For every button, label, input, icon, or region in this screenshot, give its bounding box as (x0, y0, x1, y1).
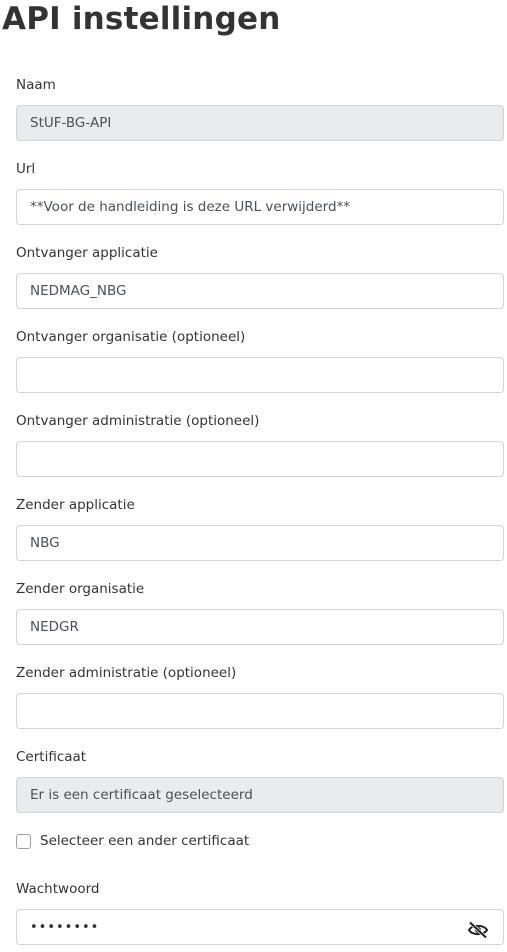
zender-organisatie-label: Zender organisatie (16, 581, 145, 597)
ander-certificaat-option[interactable]: Selecteer een ander certificaat (16, 832, 249, 850)
url-label: Url (16, 161, 36, 177)
ander-certificaat-label: Selecteer een ander certificaat (40, 833, 250, 849)
url-field[interactable]: **Voor de handleiding is deze URL verwij… (16, 189, 504, 225)
wachtwoord-label: Wachtwoord (16, 881, 100, 897)
ontvanger-organisatie-field[interactable] (16, 357, 504, 393)
wachtwoord-value: •••••••• (30, 920, 100, 935)
ander-certificaat-checkbox[interactable] (16, 833, 31, 849)
zender-applicatie-label: Zender applicatie (16, 497, 135, 513)
page-title: API instellingen (2, 1, 281, 37)
zender-applicatie-field[interactable]: NBG (16, 525, 504, 561)
wachtwoord-field[interactable]: •••••••• (16, 909, 504, 945)
zender-administratie-label: Zender administratie (optioneel) (16, 665, 237, 681)
ontvanger-administratie-field[interactable] (16, 441, 504, 477)
certificaat-field: Er is een certificaat geselecteerd (16, 777, 504, 813)
naam-label: Naam (16, 77, 56, 93)
naam-field: StUF-BG-API (16, 105, 504, 141)
zender-administratie-field[interactable] (16, 693, 504, 729)
eye-slash-icon[interactable] (467, 918, 489, 939)
ontvanger-applicatie-field[interactable]: NEDMAG_NBG (16, 273, 504, 309)
ontvanger-applicatie-label: Ontvanger applicatie (16, 245, 158, 261)
certificaat-label: Certificaat (16, 749, 87, 765)
ontvanger-administratie-label: Ontvanger administratie (optioneel) (16, 413, 260, 429)
zender-organisatie-field[interactable]: NEDGR (16, 609, 504, 645)
ontvanger-organisatie-label: Ontvanger organisatie (optioneel) (16, 329, 246, 345)
